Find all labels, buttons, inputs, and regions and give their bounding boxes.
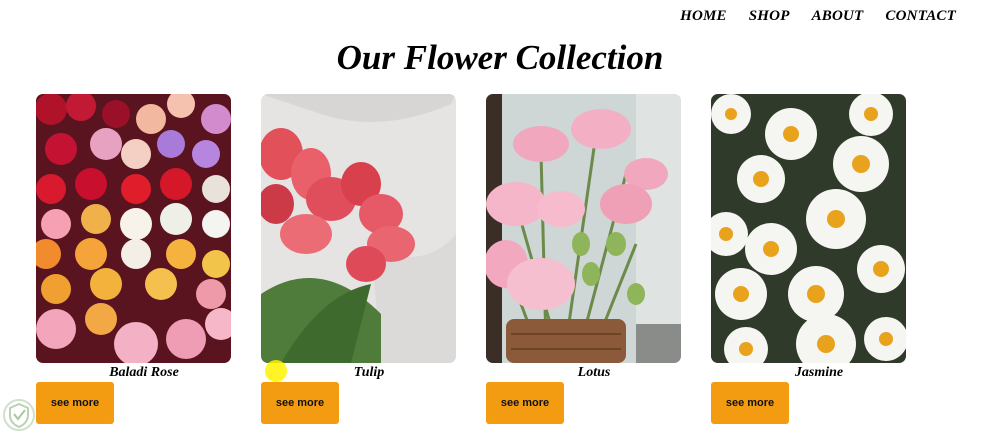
product-card-rose: Baladi Rose see more bbox=[36, 94, 231, 424]
card-caption: Baladi Rose bbox=[109, 365, 179, 380]
see-more-button[interactable]: see more bbox=[261, 382, 339, 424]
lotus-photo bbox=[486, 94, 681, 363]
see-more-button[interactable]: see more bbox=[486, 382, 564, 424]
shield-logo-icon bbox=[2, 398, 36, 432]
card-caption: Jasmine bbox=[794, 365, 844, 380]
card-caption: Lotus bbox=[577, 365, 611, 380]
product-card-lotus: Lotus see more bbox=[486, 94, 681, 424]
card-caption: Tulip bbox=[353, 365, 385, 380]
tulips-photo bbox=[261, 94, 456, 363]
nav-about-link[interactable]: ABOUT bbox=[812, 8, 864, 25]
cursor-highlight bbox=[265, 360, 287, 382]
product-card-tulip: Tulip see more bbox=[261, 94, 456, 424]
roses-photo bbox=[36, 94, 231, 363]
see-more-button[interactable]: see more bbox=[36, 382, 114, 424]
see-more-button[interactable]: see more bbox=[711, 382, 789, 424]
nav-shop-link[interactable]: SHOP bbox=[749, 8, 790, 25]
product-card-jasmine: Jasmine see more bbox=[711, 94, 906, 424]
nav-home-link[interactable]: HOME bbox=[680, 8, 727, 25]
page-title: Our Flower Collection bbox=[336, 38, 664, 77]
nav-contact-link[interactable]: CONTACT bbox=[885, 8, 956, 25]
daisies-photo bbox=[711, 94, 906, 363]
main-nav: HOME SHOP ABOUT CONTACT bbox=[658, 8, 956, 25]
